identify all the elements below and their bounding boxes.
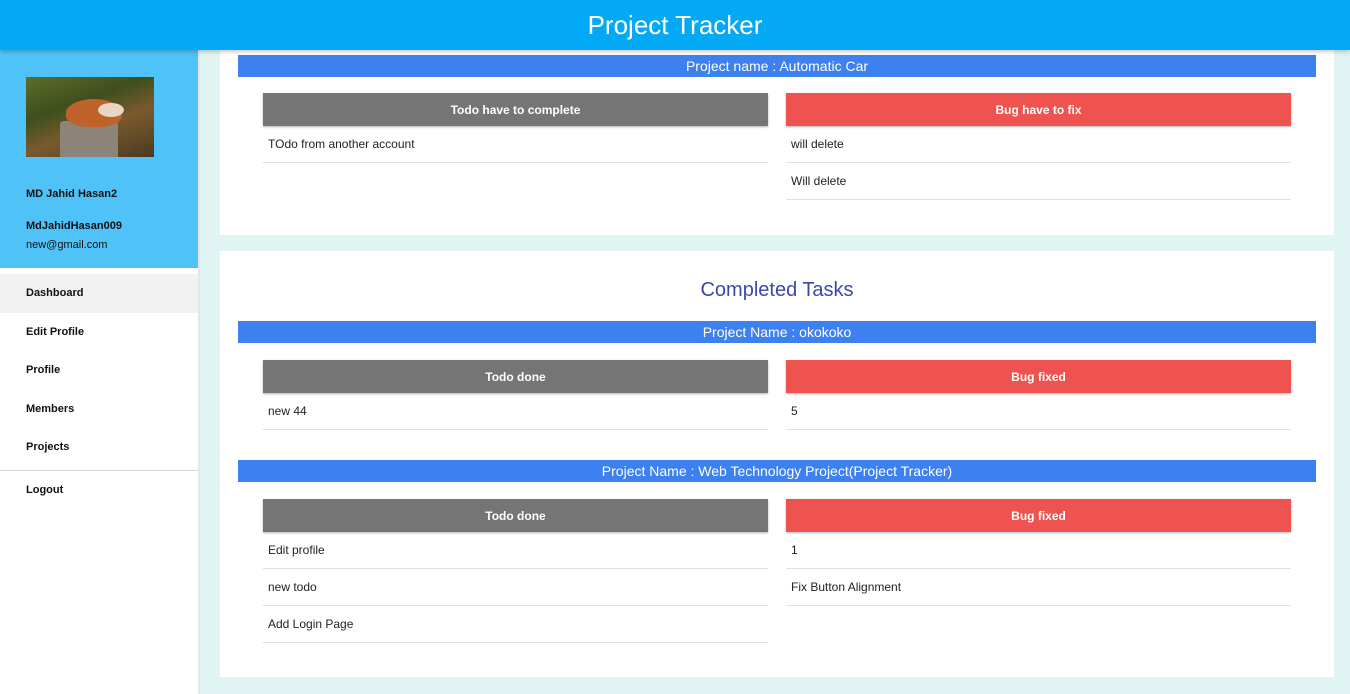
- bug-header: Bug fixed: [786, 499, 1291, 532]
- bug-item: will delete: [786, 126, 1291, 163]
- todo-item: new todo: [263, 569, 768, 606]
- profile-panel: MD Jahid Hasan2 MdJahidHasan009 new@gmai…: [0, 50, 198, 268]
- sidebar-item-edit-profile[interactable]: Edit Profile: [0, 313, 198, 352]
- todo-item: Add Login Page: [263, 606, 768, 643]
- todo-item: new 44: [263, 393, 768, 430]
- todo-header: Todo done: [263, 499, 768, 532]
- pending-card: Project name : Automatic Car Todo have t…: [220, 50, 1334, 235]
- bug-item: Will delete: [786, 163, 1291, 200]
- app-title: Project Tracker: [587, 9, 763, 40]
- avatar: [26, 77, 154, 157]
- user-username: MdJahidHasan009: [26, 220, 122, 232]
- bug-header: Bug have to fix: [786, 93, 1291, 126]
- main-content: Project name : Automatic Car Todo have t…: [202, 50, 1350, 694]
- bug-column: Bug fixed 1 Fix Button Alignment: [786, 499, 1291, 606]
- todo-column: Todo done Edit profile new todo Add Logi…: [263, 499, 768, 643]
- sidebar-item-dashboard[interactable]: Dashboard: [0, 274, 198, 313]
- completed-card: Completed Tasks Project Name : okokoko T…: [220, 251, 1334, 677]
- todo-item: TOdo from another account: [263, 126, 768, 163]
- sidebar: MD Jahid Hasan2 MdJahidHasan009 new@gmai…: [0, 50, 200, 694]
- project-name-bar: Project name : Automatic Car: [238, 55, 1316, 77]
- sidebar-nav: Dashboard Edit Profile Profile Members P…: [0, 274, 198, 509]
- bug-item: 5: [786, 393, 1291, 430]
- bug-header: Bug fixed: [786, 360, 1291, 393]
- sidebar-item-members[interactable]: Members: [0, 390, 198, 429]
- sidebar-item-projects[interactable]: Projects: [0, 428, 198, 467]
- sidebar-item-profile[interactable]: Profile: [0, 351, 198, 390]
- todo-header: Todo done: [263, 360, 768, 393]
- user-name: MD Jahid Hasan2: [26, 188, 118, 200]
- todo-column: Todo have to complete TOdo from another …: [263, 93, 768, 163]
- bug-item: Fix Button Alignment: [786, 569, 1291, 606]
- user-email: new@gmail.com: [26, 239, 108, 251]
- todo-header: Todo have to complete: [263, 93, 768, 126]
- bug-item: 1: [786, 532, 1291, 569]
- todo-column: Todo done new 44: [263, 360, 768, 430]
- section-title: Completed Tasks: [700, 279, 854, 301]
- project-name-bar: Project Name : okokoko: [238, 321, 1316, 343]
- project-name-bar: Project Name : Web Technology Project(Pr…: [238, 460, 1316, 482]
- bug-column: Bug fixed 5: [786, 360, 1291, 430]
- app-header: Project Tracker: [0, 0, 1350, 50]
- todo-item: Edit profile: [263, 532, 768, 569]
- bug-column: Bug have to fix will delete Will delete: [786, 93, 1291, 200]
- sidebar-item-logout[interactable]: Logout: [0, 471, 198, 510]
